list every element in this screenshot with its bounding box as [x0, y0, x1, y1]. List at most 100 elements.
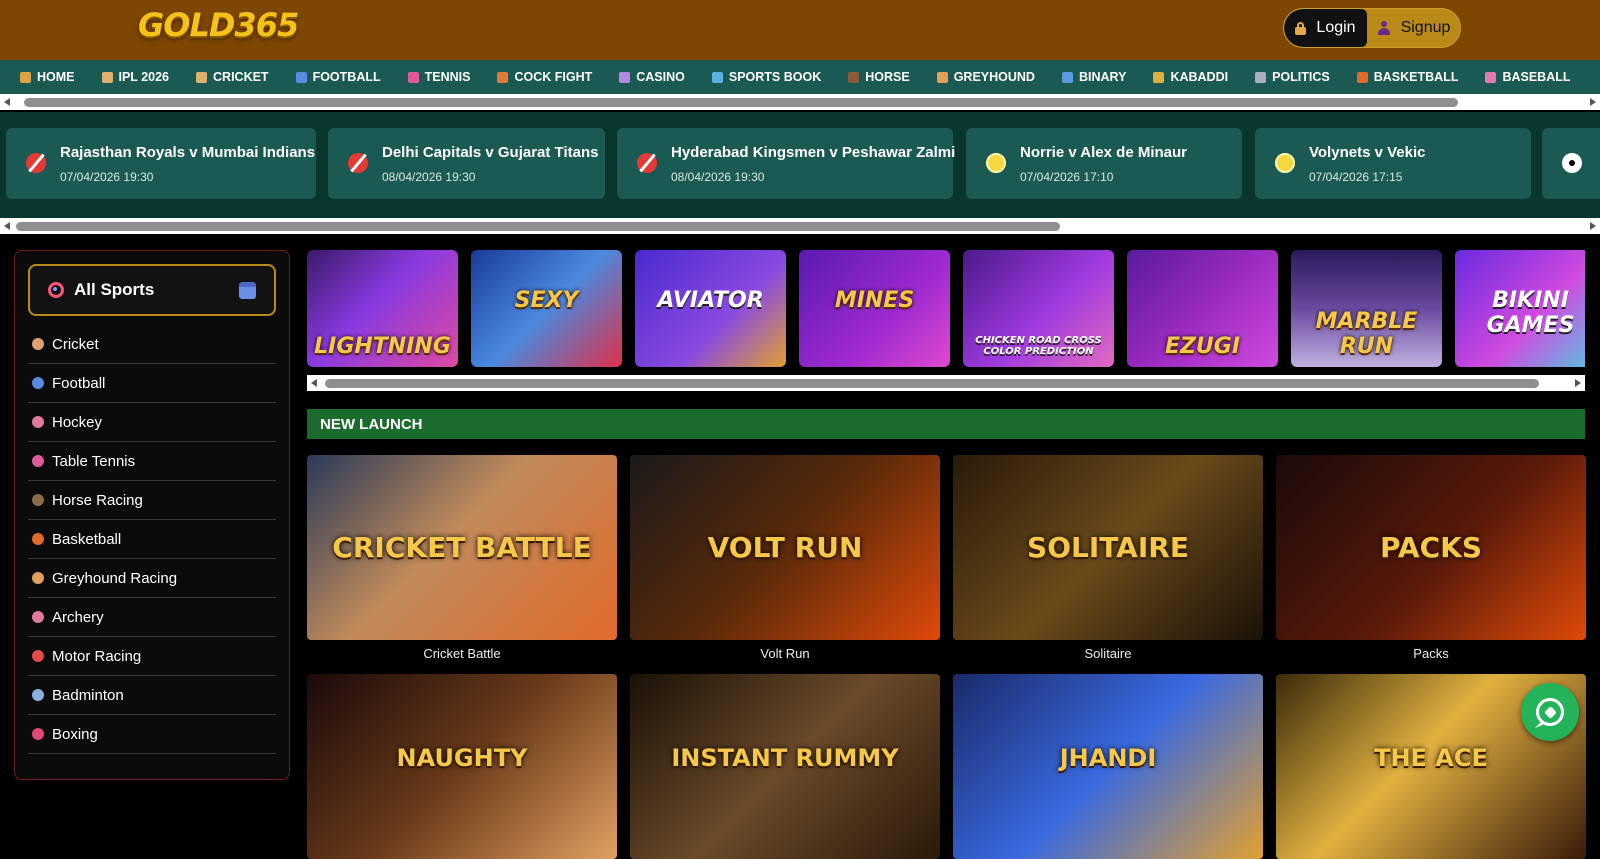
new-launch-game-card[interactable]: NAUGHTY [307, 674, 617, 859]
nav-item-label: GREYHOUND [953, 70, 1035, 84]
casino-game-tile[interactable]: MINES [799, 250, 950, 367]
casino-game-tile[interactable]: LIGHTNING [307, 250, 458, 367]
game-artwork[interactable]: VOLT RUN [630, 455, 940, 640]
sidebar-item-archery[interactable]: Archery [28, 598, 276, 637]
game-artwork[interactable]: PACKS [1276, 455, 1586, 640]
building-icon [1255, 71, 1267, 83]
sidebar-item-horse-racing[interactable]: Horse Racing [28, 481, 276, 520]
sidebar-item-hockey[interactable]: Hockey [28, 403, 276, 442]
game-artwork[interactable]: NAUGHTY [307, 674, 617, 859]
boxing-glove-icon [32, 728, 44, 740]
new-launch-header: NEW LAUNCH [307, 409, 1585, 439]
game-artwork[interactable]: JHANDI [953, 674, 1263, 859]
all-sports-button[interactable]: All Sports [28, 264, 276, 316]
scroll-left-icon[interactable] [311, 379, 317, 387]
casino-game-title: SEXY [514, 288, 579, 313]
event-card[interactable]: Delhi Capitals v Gujarat Titans 08/04/202… [328, 128, 605, 199]
game-name: Solitaire [1084, 646, 1132, 661]
casino-games-row: LIGHTNING SEXY AVIATOR MINES CHICKEN ROAD CR… [307, 250, 1585, 367]
casino-game-tile[interactable]: AVIATOR [635, 250, 786, 367]
nav-item-binary[interactable]: BINARY [1061, 70, 1126, 84]
calendar-icon[interactable] [239, 282, 256, 299]
event-title: Volynets v Vekic [1309, 144, 1426, 161]
scrollbar-thumb[interactable] [16, 222, 1060, 231]
cricket-bat-icon [101, 71, 113, 83]
game-art-title: VOLT RUN [707, 531, 863, 564]
nav-item-kabaddi[interactable]: KABADDI [1153, 70, 1228, 84]
sidebar-item-table-tennis[interactable]: Table Tennis [28, 442, 276, 481]
nav-item-casino[interactable]: CASINO [619, 70, 685, 84]
signup-button[interactable]: Signup [1367, 9, 1460, 47]
nav-item-tennis[interactable]: TENNIS [407, 70, 471, 84]
casino-game-tile[interactable]: SEXY [471, 250, 622, 367]
login-button[interactable]: Login [1284, 9, 1367, 47]
whatsapp-chat-button[interactable] [1521, 683, 1579, 741]
game-artwork[interactable]: CRICKET BATTLE [307, 455, 617, 640]
casino-game-tile[interactable]: MARBLE RUN [1291, 250, 1442, 367]
scroll-left-icon[interactable] [4, 222, 10, 230]
new-launch-game-card[interactable]: CRICKET BATTLE Cricket Battle [307, 455, 617, 661]
login-label: Login [1316, 19, 1356, 36]
casino-game-tile[interactable]: CHICKEN ROAD CROSS COLOR PREDICTION [963, 250, 1114, 367]
nav-item-label: BASEBALL [1502, 70, 1571, 84]
new-launch-game-card[interactable]: VOLT RUN Volt Run [630, 455, 940, 661]
nav-item-football[interactable]: FOOTBALL [295, 70, 381, 84]
nav-item-cricket[interactable]: CRICKET [196, 70, 269, 84]
event-card[interactable]: Rajasthan Royals v Mumbai Indians 07/04/2… [6, 128, 316, 199]
event-card[interactable]: Volynets v Vekic 07/04/2026 17:15 [1255, 128, 1531, 199]
sidebar-item-badminton[interactable]: Badminton [28, 676, 276, 715]
nav-item-basketball[interactable]: BASKETBALL [1356, 70, 1458, 84]
football-icon [295, 71, 307, 83]
event-card[interactable] [1542, 128, 1600, 199]
nav-scrollbar[interactable] [0, 94, 1600, 110]
game-artwork[interactable]: INSTANT RUMMY [630, 674, 940, 859]
nav-item-label: TENNIS [424, 70, 471, 84]
events-scrollbar[interactable] [0, 218, 1600, 234]
casino-icon [619, 71, 631, 83]
nav-item-horse[interactable]: HORSE [848, 70, 910, 84]
sidebar-item-motor-racing[interactable]: Motor Racing [28, 637, 276, 676]
nav-item-ipl-2026[interactable]: IPL 2026 [101, 70, 169, 84]
scroll-right-icon[interactable] [1590, 98, 1596, 106]
scrollbar-thumb[interactable] [24, 98, 1458, 107]
football-icon [32, 377, 44, 389]
event-card[interactable]: Hyderabad Kingsmen v Peshawar Zalmi 08/04… [617, 128, 955, 199]
sidebar-item-label: Football [52, 374, 106, 392]
site-logo[interactable]: GOLD365 [138, 6, 299, 44]
scrollbar-thumb[interactable] [325, 379, 1539, 388]
kabaddi-icon [1153, 71, 1165, 83]
casino-game-tile[interactable]: BIKINI GAMES [1455, 250, 1585, 367]
event-card[interactable]: Norrie v Alex de Minaur 07/04/2026 17:10 [966, 128, 1242, 199]
nav-item-baseball[interactable]: BASEBALL [1485, 70, 1571, 84]
nav-item-sports-book[interactable]: SPORTS BOOK [711, 70, 821, 84]
new-launch-game-card[interactable]: SOLITAIRE Solitaire [953, 455, 1263, 661]
sidebar-item-cricket[interactable]: Cricket [28, 325, 276, 364]
game-artwork[interactable]: SOLITAIRE [953, 455, 1263, 640]
hockey-stick-icon [32, 416, 44, 428]
scroll-left-icon[interactable] [4, 98, 10, 106]
sidebar-item-football[interactable]: Football [28, 364, 276, 403]
scroll-right-icon[interactable] [1575, 379, 1581, 387]
new-launch-game-card[interactable]: JHANDI [953, 674, 1263, 859]
sidebar-item-boxing[interactable]: Boxing [28, 715, 276, 754]
sidebar-item-label: Badminton [52, 686, 124, 704]
casino-scrollbar[interactable] [307, 375, 1585, 391]
new-launch-game-card[interactable]: PACKS Packs [1276, 455, 1586, 661]
nav-item-greyhound[interactable]: GREYHOUND [936, 70, 1035, 84]
greyhound-icon [936, 71, 948, 83]
cricket-icon [26, 153, 46, 173]
nav-item-politics[interactable]: POLITICS [1255, 70, 1330, 84]
casino-game-tile[interactable]: EZUGI [1127, 250, 1278, 367]
rooster-icon [497, 71, 509, 83]
sidebar-item-basketball[interactable]: Basketball [28, 520, 276, 559]
new-launch-game-card[interactable]: INSTANT RUMMY [630, 674, 940, 859]
game-art-title: NAUGHTY [396, 744, 528, 772]
nav-item-home[interactable]: HOME [20, 70, 75, 84]
sidebar-item-greyhound-racing[interactable]: Greyhound Racing [28, 559, 276, 598]
baseball-icon [1485, 71, 1497, 83]
casino-game-title: MINES [834, 288, 915, 313]
nav-item-cock-fight[interactable]: COCK FIGHT [497, 70, 592, 84]
home-icon [20, 71, 31, 83]
scroll-right-icon[interactable] [1590, 222, 1596, 230]
signup-label: Signup [1400, 19, 1451, 36]
